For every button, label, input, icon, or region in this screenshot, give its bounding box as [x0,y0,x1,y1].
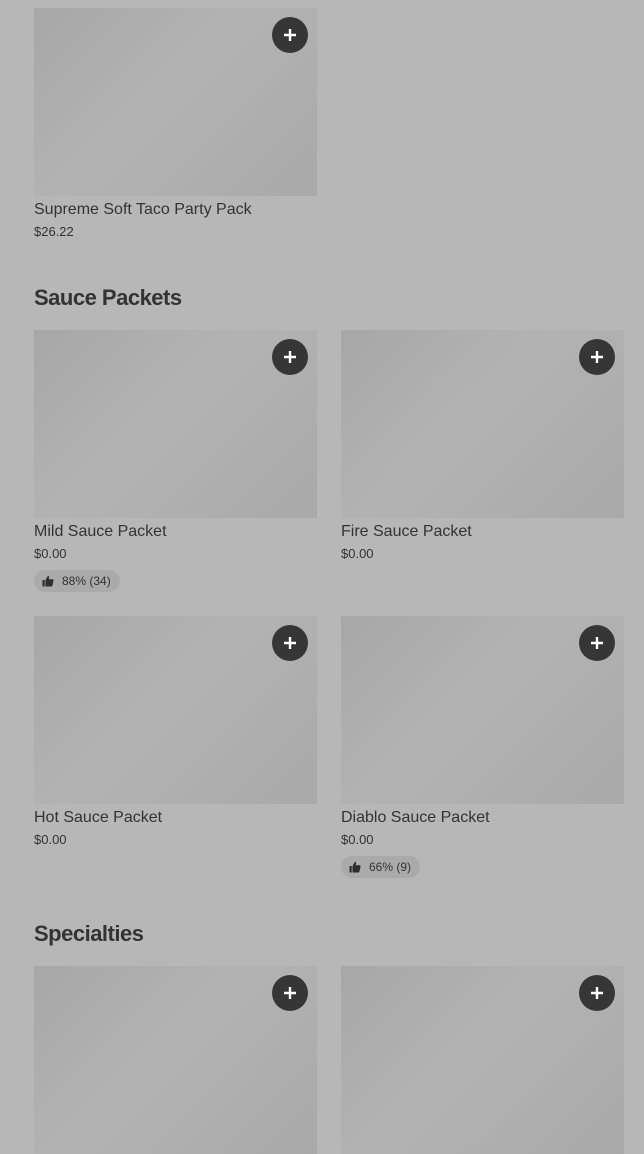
thumbs-up-icon [42,575,54,587]
rating-text: 66% (9) [369,860,412,874]
plus-icon [284,29,296,41]
add-to-cart-button[interactable] [579,339,615,375]
rating-text: 88% (34) [62,574,111,588]
item-name[interactable]: Supreme Soft Taco Party Pack [34,201,252,219]
item-price: $0.00 [34,832,67,847]
add-to-cart-button[interactable] [579,975,615,1011]
item-name[interactable]: Hot Sauce Packet [34,809,162,827]
plus-icon [591,351,603,363]
add-to-cart-button[interactable] [272,625,308,661]
section-title-sauce-packets: Sauce Packets [34,285,182,310]
thumbs-up-icon [349,861,361,873]
add-to-cart-button[interactable] [579,625,615,661]
item-price: $0.00 [341,832,374,847]
rating-badge: 88% (34) [34,570,120,592]
item-name[interactable]: Diablo Sauce Packet [341,809,490,827]
rating-badge: 66% (9) [341,856,421,878]
item-price: $0.00 [34,546,67,561]
item-name[interactable]: Fire Sauce Packet [341,523,472,541]
plus-icon [284,637,296,649]
plus-icon [591,637,603,649]
item-price: $26.22 [34,224,74,239]
item-price: $0.00 [341,546,374,561]
plus-icon [591,987,603,999]
plus-icon [284,987,296,999]
item-name[interactable]: Mild Sauce Packet [34,523,167,541]
add-to-cart-button[interactable] [272,975,308,1011]
section-title-specialties: Specialties [34,921,144,946]
add-to-cart-button[interactable] [272,339,308,375]
plus-icon [284,351,296,363]
add-to-cart-button[interactable] [272,17,308,53]
